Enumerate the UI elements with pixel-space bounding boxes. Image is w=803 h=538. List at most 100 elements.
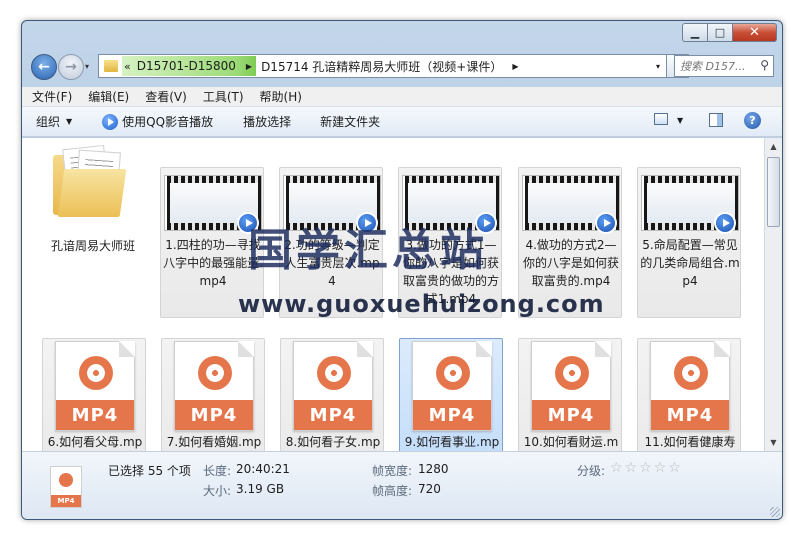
video-play-icon	[714, 212, 736, 234]
menu-tools[interactable]: 工具(T)	[203, 88, 244, 105]
new-folder-button[interactable]: 新建文件夹	[320, 113, 380, 130]
play-selection-label: 播放选择	[243, 115, 292, 129]
search-input[interactable]	[680, 59, 758, 73]
video-play-icon	[475, 212, 497, 234]
video-thumbnail	[522, 175, 620, 234]
scroll-up-icon[interactable]: ▲	[765, 138, 782, 155]
scroll-thumb[interactable]	[767, 157, 780, 227]
file-item-video[interactable]: 5.命局配置—常见的几类命局组合.mp4	[637, 167, 741, 318]
video-play-icon	[237, 212, 259, 234]
menu-help[interactable]: 帮助(H)	[260, 88, 302, 105]
file-name: 4.做功的方式2—你的八字是如何获取富贵的.mp4	[522, 238, 619, 288]
minimize-icon: ▁	[690, 26, 700, 39]
arrow-left-icon: ←	[38, 59, 50, 75]
selection-count: 已选择 55 个项	[108, 464, 191, 478]
mp4-file-icon: MP4	[293, 341, 373, 431]
organize-label: 组织	[36, 115, 61, 129]
video-thumbnail	[283, 175, 381, 234]
file-name: 9.如何看事业.mp4	[404, 435, 500, 449]
file-item-mp4[interactable]: MP4 11.如何看健康寿数.mp4	[637, 338, 741, 451]
file-item-mp4[interactable]: MP4 10.如何看财运.mp4	[518, 338, 622, 451]
search-box[interactable]: ⚲	[674, 55, 774, 77]
close-button[interactable]: ✕	[733, 23, 777, 42]
size-label: 大小:	[203, 484, 232, 498]
star-icon[interactable]: ☆	[639, 461, 652, 475]
mp4-file-icon: MP4	[55, 341, 135, 431]
new-folder-label: 新建文件夹	[320, 115, 381, 129]
video-thumbnail	[402, 175, 500, 234]
mp4-file-icon: MP4	[174, 341, 254, 431]
file-item-video[interactable]: 1.四柱的功—寻找八字中的最强能量.mp4	[160, 167, 264, 318]
breadcrumb-separator-icon[interactable]: ▶	[246, 62, 252, 71]
file-item-video[interactable]: 3.做功的方式1—你的八字是如何获取富贵的做功的方式1.mp4	[398, 167, 502, 318]
minimize-button[interactable]: ▁	[682, 23, 708, 42]
navigation-bar: ← → ▾ « D15701-D15800 ▶ D15714 孔谙精粹周易大师班…	[22, 51, 782, 81]
file-item-video[interactable]: 2.功的等级—判定人生富贵层次.mp4	[279, 167, 383, 318]
organize-button[interactable]: 组织 ▼	[36, 113, 72, 130]
arrow-right-icon: →	[65, 59, 77, 75]
file-name: 2.功的等级—判定人生富贵层次.mp4	[284, 238, 380, 288]
folder-icon	[104, 60, 118, 72]
file-item-mp4[interactable]: MP4 7.如何看婚姻.mp4	[161, 338, 265, 451]
menu-edit[interactable]: 编辑(E)	[88, 88, 129, 105]
file-name: 10.如何看财运.mp4	[523, 435, 619, 449]
caption-buttons: ▁ □ ✕	[682, 23, 777, 42]
file-item-video[interactable]: 4.做功的方式2—你的八字是如何获取富贵的.mp4	[518, 167, 622, 318]
play-with-qq-label: 使用QQ影音播放	[122, 115, 214, 129]
file-name: 5.命局配置—常见的几类命局组合.mp4	[640, 238, 740, 288]
video-thumbnail	[641, 175, 739, 234]
details-pane: MP4 已选择 55 个项 长度: 20:40:21 大小: 3.19 GB 帧…	[22, 451, 782, 519]
file-list[interactable]: 孔谙周易大师班 1.四柱的功—寻找八字中的最强能量.mp4 2.功的等级—判定人…	[22, 138, 764, 451]
file-item-mp4[interactable]: MP4 6.如何看父母.mp4	[42, 338, 146, 451]
file-name: 孔谙周易大师班	[50, 239, 135, 253]
star-icon[interactable]: ☆	[668, 461, 681, 475]
address-dropdown-icon[interactable]: ▾	[656, 62, 660, 71]
play-selection-button[interactable]: 播放选择	[243, 113, 291, 130]
command-bar: 组织 ▼ 使用QQ影音播放 播放选择 新建文件夹 ▼ ?	[22, 107, 782, 137]
rating-label: 分级:	[577, 464, 606, 478]
video-play-icon	[356, 212, 378, 234]
frame-width-value: 1280	[418, 462, 449, 476]
star-icon[interactable]: ☆	[654, 461, 667, 475]
breadcrumb-current[interactable]: D15714 孔谙精粹周易大师班（视频+课件）	[261, 58, 502, 75]
view-options-chevron-icon[interactable]: ▼	[677, 116, 683, 125]
frame-height-value: 720	[418, 482, 441, 496]
menu-file[interactable]: 文件(F)	[32, 88, 72, 105]
file-name: 8.如何看子女.mp4	[285, 435, 381, 449]
file-name: 7.如何看婚姻.mp4	[166, 435, 262, 449]
video-thumbnail	[164, 175, 262, 234]
file-item-mp4-selected[interactable]: MP4 9.如何看事业.mp4	[399, 338, 503, 451]
forward-button[interactable]: →	[58, 54, 84, 80]
file-item-mp4[interactable]: MP4 8.如何看子女.mp4	[280, 338, 384, 451]
breadcrumb-separator-icon[interactable]: ▶	[512, 62, 518, 71]
play-with-qq-button[interactable]: 使用QQ影音播放	[102, 113, 213, 130]
preview-pane-icon[interactable]	[709, 113, 723, 127]
recent-pages-dropdown[interactable]: ▾	[85, 62, 89, 71]
address-bar[interactable]: « D15701-D15800 ▶ D15714 孔谙精粹周易大师班（视频+课件…	[98, 54, 667, 78]
length-value: 20:40:21	[236, 462, 290, 476]
breadcrumb-parent-label: D15701-D15800	[136, 59, 236, 73]
resize-grip[interactable]	[770, 507, 780, 517]
vertical-scrollbar[interactable]: ▲ ▼	[764, 138, 782, 451]
search-icon[interactable]: ⚲	[760, 58, 769, 72]
help-icon[interactable]: ?	[744, 112, 761, 129]
change-view-icon[interactable]	[654, 113, 668, 125]
maximize-icon: □	[714, 26, 726, 39]
star-icon[interactable]: ☆	[610, 461, 623, 475]
maximize-button[interactable]: □	[708, 23, 733, 42]
frame-height-label: 帧高度:	[372, 484, 413, 498]
video-play-icon	[595, 212, 617, 234]
chevron-left-icon[interactable]: «	[124, 60, 131, 73]
menu-view[interactable]: 查看(V)	[145, 88, 187, 105]
explorer-window: ▁ □ ✕ ← → ▾ « D15701-D15800 ▶ D15714 孔谙精…	[21, 20, 783, 520]
file-name: 11.如何看健康寿数.mp4	[644, 435, 736, 449]
file-name: 6.如何看父母.mp4	[47, 435, 143, 449]
star-icon[interactable]: ☆	[625, 461, 638, 475]
scroll-down-icon[interactable]: ▼	[765, 434, 782, 451]
folder-item[interactable]: 孔谙周易大师班	[40, 140, 144, 293]
file-name: 1.四柱的功—寻找八字中的最强能量.mp4	[163, 238, 263, 288]
mp4-file-icon: MP4	[50, 466, 82, 508]
rating-stars[interactable]: ☆ ☆ ☆ ☆ ☆	[610, 461, 683, 475]
back-button[interactable]: ←	[31, 54, 57, 80]
breadcrumb-parent[interactable]: « D15701-D15800 ▶	[122, 56, 257, 76]
